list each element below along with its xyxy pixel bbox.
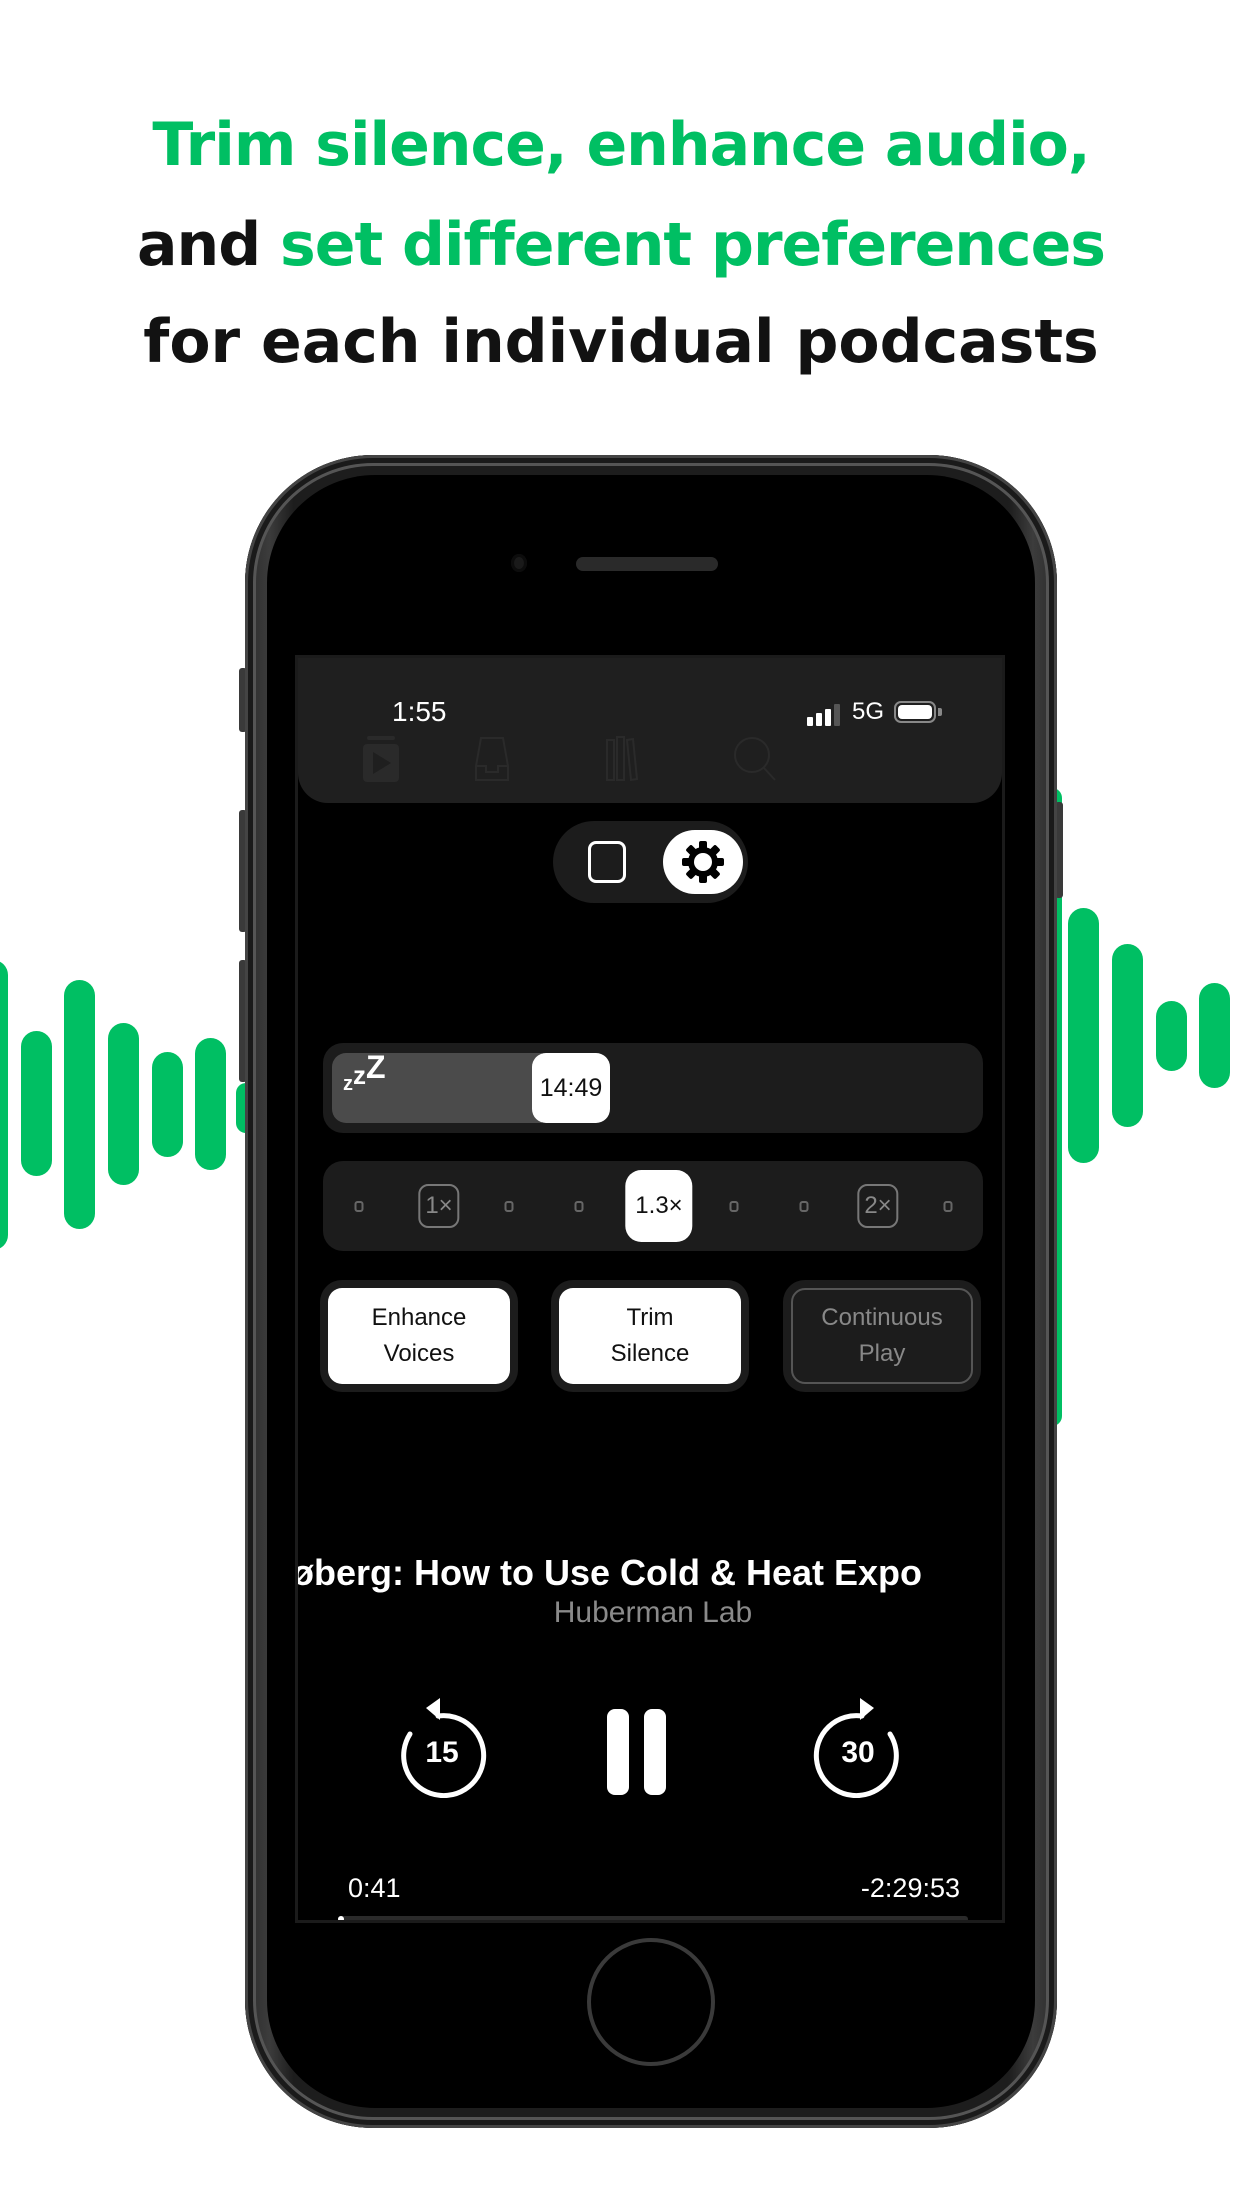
speed-selected[interactable]: 1.3×	[625, 1161, 693, 1251]
skip-forward-button[interactable]: 30	[812, 1698, 904, 1799]
remaining-time: -2:29:53	[860, 1873, 960, 1903]
skip-back-seconds: 15	[425, 1736, 459, 1769]
headline-line-3: for each individual podcasts	[0, 302, 1242, 382]
option-label: Continuous	[821, 1304, 943, 1331]
pause-button[interactable]	[604, 1706, 672, 1798]
speed-step-2x[interactable]: 2×	[857, 1161, 899, 1251]
network-type: 5G	[852, 698, 885, 725]
headline-line-1: Trim silence, enhance audio,	[0, 105, 1242, 185]
speed-step[interactable]	[574, 1161, 584, 1251]
settings-tab-selected[interactable]	[663, 830, 743, 894]
headline-prefix: and	[136, 210, 281, 280]
library-icon[interactable]	[606, 736, 638, 782]
option-label: Enhance	[371, 1304, 467, 1331]
waveform-bar	[21, 1031, 52, 1176]
speed-step[interactable]	[504, 1161, 514, 1251]
card-icon[interactable]	[588, 841, 626, 883]
battery-icon	[894, 701, 936, 723]
home-button[interactable]	[587, 1938, 715, 2066]
waveform-bar	[195, 1038, 226, 1170]
speed-step-1x[interactable]: 1×	[418, 1161, 460, 1251]
enhance-voices-toggle[interactable]: Enhance Voices	[320, 1280, 518, 1392]
inbox-icon[interactable]	[475, 736, 509, 782]
sleep-timer-slider[interactable]: zzZ 14:49	[323, 1043, 983, 1133]
waveform-bar	[1199, 983, 1230, 1088]
headline-highlight-1: Trim silence, enhance audio,	[152, 110, 1090, 180]
waveform-bar	[0, 960, 8, 1250]
playback-speed-slider[interactable]: 1× 1.3× 2×	[323, 1161, 983, 1251]
skip-back-button[interactable]: 15	[396, 1698, 488, 1799]
speed-step[interactable]	[799, 1161, 809, 1251]
speed-step[interactable]	[729, 1161, 739, 1251]
waveform-bar	[1112, 944, 1143, 1127]
top-panel: 1:55 5G	[298, 658, 1002, 803]
option-label: Silence	[610, 1340, 690, 1367]
waveform-bar	[1156, 1001, 1187, 1071]
search-icon[interactable]	[733, 736, 777, 782]
option-label: Voices	[383, 1340, 455, 1367]
option-label: Trim	[626, 1304, 674, 1331]
headline-tail: for each individual podcasts	[143, 307, 1099, 377]
elapsed-time: 0:41	[348, 1873, 401, 1903]
status-time: 1:55	[392, 696, 447, 727]
trim-silence-toggle[interactable]: Trim Silence	[551, 1280, 749, 1392]
waveform-bar	[64, 980, 95, 1229]
sleep-zzz-icon: zzZ	[343, 1049, 386, 1095]
continuous-play-toggle[interactable]: Continuous Play	[783, 1280, 981, 1392]
sleep-timer-thumb[interactable]: 14:49	[532, 1053, 610, 1123]
option-label: Play	[858, 1340, 906, 1367]
headline-highlight-2: set different preferences	[280, 210, 1106, 280]
speed-step[interactable]	[943, 1161, 953, 1251]
speed-step[interactable]	[354, 1161, 364, 1251]
episode-title: øberg: How to Use Cold & Heat Expo	[298, 1552, 923, 1593]
pause-icon	[607, 1709, 666, 1795]
earpiece-speaker	[576, 557, 718, 571]
playback-progress-bar[interactable]	[338, 1916, 968, 1920]
mode-toggle[interactable]	[553, 821, 748, 903]
gear-icon	[682, 841, 724, 883]
front-camera	[511, 554, 527, 572]
battery-tip	[938, 708, 942, 716]
cellular-signal-icon	[807, 704, 841, 726]
podcast-name[interactable]: Huberman Lab	[298, 1596, 1002, 1630]
waveform-bar	[108, 1023, 139, 1185]
headline-line-2: and set different preferences	[0, 205, 1242, 285]
waveform-bar	[152, 1052, 183, 1157]
waveform-bar	[1068, 908, 1099, 1163]
app-screen: 1:55 5G zzZ 14:49 1× 1.3× 2× Enhance Voi…	[295, 655, 1005, 1923]
playback-progress-fill	[338, 1916, 344, 1920]
skip-forward-seconds: 30	[841, 1736, 875, 1769]
queue-play-icon[interactable]	[363, 736, 399, 782]
